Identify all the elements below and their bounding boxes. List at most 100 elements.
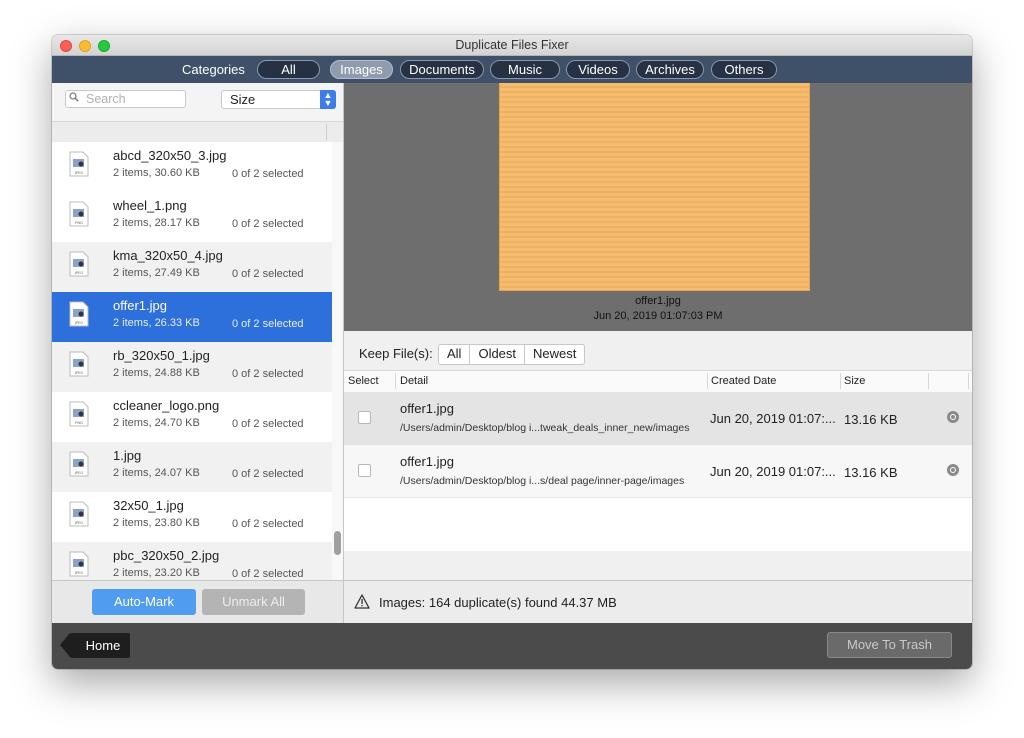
image-file-icon: JPEG [69,251,89,277]
image-file-icon: JPEG [69,451,89,477]
keep-files-segmented-control: All Oldest Newest [438,344,586,365]
image-file-icon: JPEG [69,151,89,177]
group-selected-count: 0 of 2 selected [232,268,304,280]
search-placeholder: Search [86,92,126,106]
image-file-icon: JPEG [69,351,89,377]
group-file-meta: 2 items, 23.80 KB [113,517,200,529]
column-size[interactable]: Size [844,375,865,387]
svg-text:JPEG: JPEG [74,521,83,525]
preview-file-name: offer1.jpg [635,295,681,307]
image-file-icon: JPEG [69,301,89,327]
table-empty-area [344,497,972,551]
tab-images[interactable]: Images [330,60,393,79]
keep-newest-button[interactable]: Newest [525,345,584,364]
row-file-name: offer1.jpg [400,401,454,416]
group-file-name: abcd_320x50_3.jpg [113,148,227,163]
row-file-size: 13.16 KB [844,412,898,427]
group-item[interactable]: JPEG abcd_320x50_3.jpg 2 items, 30.60 KB… [52,142,332,192]
app-window: Duplicate Files Fixer Categories All Ima… [52,35,972,669]
group-selected-count: 0 of 2 selected [232,468,304,480]
group-item[interactable]: JPEG 1.jpg 2 items, 24.07 KB 0 of 2 sele… [52,442,332,492]
sort-value: Size [230,92,256,107]
group-selected-count: 0 of 2 selected [232,168,304,180]
group-file-name: 1.jpg [113,448,142,463]
group-file-meta: 2 items, 23.20 KB [113,567,200,579]
duplicate-detail-panel: Keep File(s): All Oldest Newest Select D… [344,331,972,580]
column-detail[interactable]: Detail [400,375,428,387]
svg-text:JPEG: JPEG [74,471,83,475]
search-icon [69,92,79,102]
keep-oldest-button[interactable]: Oldest [470,345,526,364]
image-file-icon: PNG [69,401,89,427]
tab-music[interactable]: Music [490,60,560,79]
row-file-path: /Users/admin/Desktop/blog i...tweak_deal… [400,422,690,434]
group-item[interactable]: JPEG rb_320x50_1.jpg 2 items, 24.88 KB 0… [52,342,332,392]
magnifier-icon[interactable] [947,411,959,423]
categories-label: Categories [182,62,245,77]
row-file-size: 13.16 KB [844,465,898,480]
status-summary: Images: 164 duplicate(s) found 44.37 MB [379,595,617,610]
svg-text:PNG: PNG [75,421,83,425]
group-item-selected[interactable]: JPEG offer1.jpg 2 items, 26.33 KB 0 of 2… [52,292,332,342]
svg-text:JPEG: JPEG [74,321,83,325]
magnifier-icon[interactable] [947,464,959,476]
tab-others[interactable]: Others [711,60,777,79]
group-selected-count: 0 of 2 selected [232,568,304,580]
group-item[interactable]: PNG ccleaner_logo.png 2 items, 24.70 KB … [52,392,332,442]
window-title: Duplicate Files Fixer [455,38,569,52]
row-file-path: /Users/admin/Desktop/blog i...s/deal pag… [400,475,685,487]
table-row[interactable]: offer1.jpg /Users/admin/Desktop/blog i..… [344,444,972,497]
preview-pane: offer1.jpg Jun 20, 2019 01:07:03 PM [344,83,972,331]
image-file-icon: PNG [69,201,89,227]
group-selected-count: 0 of 2 selected [232,368,304,380]
group-file-meta: 2 items, 26.33 KB [113,317,200,329]
select-checkbox[interactable] [358,411,371,424]
tab-documents[interactable]: Documents [400,60,484,79]
svg-text:JPEG: JPEG [74,371,83,375]
group-file-name: kma_320x50_4.jpg [113,248,223,263]
unmark-all-button[interactable]: Unmark All [202,589,305,615]
image-preview [499,83,810,291]
image-file-icon: JPEG [69,501,89,527]
tab-archives[interactable]: Archives [636,60,704,79]
column-select[interactable]: Select [348,375,379,387]
title-bar: Duplicate Files Fixer [52,35,972,56]
auto-mark-button[interactable]: Auto-Mark [92,589,196,615]
group-selected-count: 0 of 2 selected [232,518,304,530]
group-file-name: rb_320x50_1.jpg [113,348,210,363]
svg-text:JPEG: JPEG [74,171,83,175]
list-header [52,121,343,143]
select-checkbox[interactable] [358,464,371,477]
sort-select[interactable]: Size ▲ ▼ [221,90,336,109]
preview-file-date: Jun 20, 2019 01:07:03 PM [593,310,723,322]
table-row[interactable]: offer1.jpg /Users/admin/Desktop/blog i..… [344,392,972,444]
column-created-date[interactable]: Created Date [711,375,776,387]
group-selected-count: 0 of 2 selected [232,418,304,430]
scrollbar-thumb[interactable] [334,531,341,555]
group-file-name: offer1.jpg [113,298,167,313]
group-file-meta: 2 items, 30.60 KB [113,167,200,179]
image-file-icon: JPEG [69,551,89,577]
group-item[interactable]: JPEG pbc_320x50_2.jpg 2 items, 23.20 KB … [52,542,332,580]
table-header: Select Detail Created Date Size [344,370,972,393]
group-file-meta: 2 items, 28.17 KB [113,217,200,229]
home-button[interactable]: Home [60,633,130,658]
group-file-meta: 2 items, 24.07 KB [113,467,200,479]
group-file-name: wheel_1.png [113,198,187,213]
tab-all[interactable]: All [257,60,320,79]
search-field[interactable]: Search [65,90,186,108]
list-scrollbar[interactable] [332,142,343,580]
row-file-name: offer1.jpg [400,454,454,469]
group-item[interactable]: PNG wheel_1.png 2 items, 28.17 KB 0 of 2… [52,192,332,242]
tab-videos[interactable]: Videos [566,60,630,79]
group-item[interactable]: JPEG kma_320x50_4.jpg 2 items, 27.49 KB … [52,242,332,292]
group-item[interactable]: JPEG 32x50_1.jpg 2 items, 23.80 KB 0 of … [52,492,332,542]
keep-all-button[interactable]: All [439,345,471,364]
move-to-trash-button[interactable]: Move To Trash [827,632,952,658]
warning-icon [354,594,370,609]
group-selected-count: 0 of 2 selected [232,218,304,230]
svg-text:JPEG: JPEG [74,571,83,575]
bottom-bar: Home Move To Trash [52,623,972,669]
row-created-date: Jun 20, 2019 01:07:... [710,411,836,426]
status-bar: Images: 164 duplicate(s) found 44.37 MB [344,580,972,624]
